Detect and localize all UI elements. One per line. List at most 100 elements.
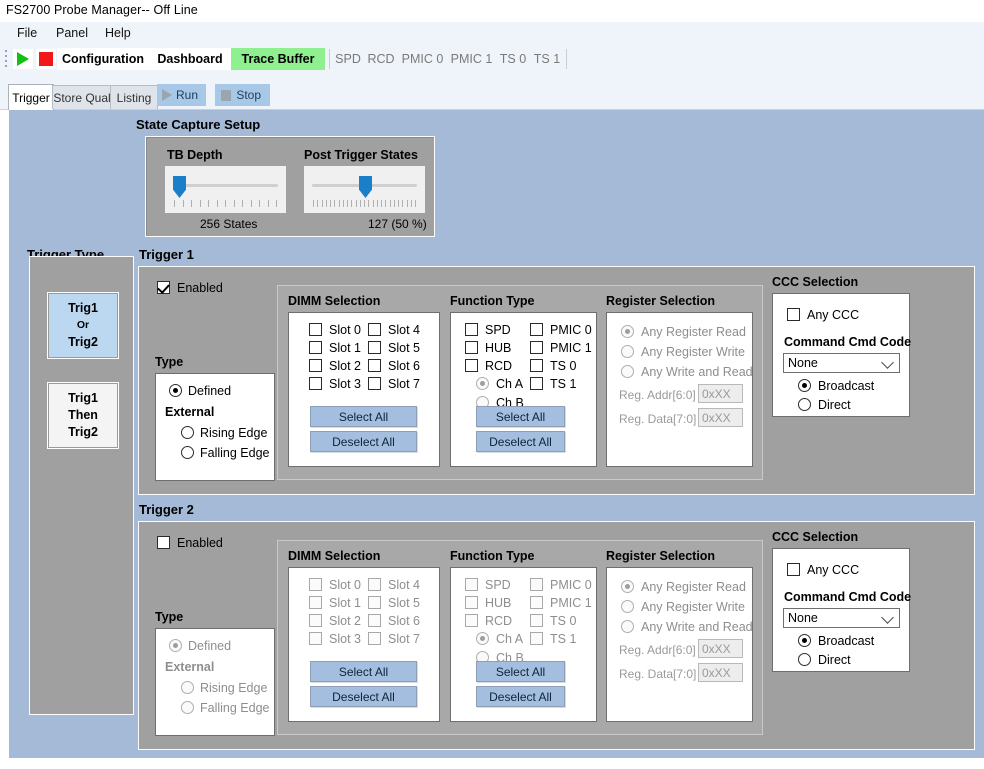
trigger1-slot-1-label: Slot 1 [329, 341, 361, 355]
trigger1-ccc-box: Any CCC Command Cmd Code None Broadcast … [772, 293, 911, 417]
trigger1-slot-4-checkbox[interactable] [368, 323, 381, 336]
toolbar-button-pmic-1[interactable]: PMIC 1 [447, 48, 496, 70]
trigger2-any-write-radio[interactable] [621, 600, 634, 613]
menu-item-help[interactable]: Help [103, 26, 133, 40]
trigger2-any-read-radio[interactable] [621, 580, 634, 593]
tb-depth-thumb[interactable] [173, 176, 186, 198]
trigger1-type-defined-radio[interactable] [169, 384, 182, 397]
trigger2-dimm-deselect-all-button[interactable]: Deselect All [310, 686, 417, 707]
trigger1-reg-addr-input[interactable]: 0xXX [698, 384, 743, 403]
trigger1-dimm-select-all-button[interactable]: Select All [310, 406, 417, 427]
trigger1-slot-2-checkbox[interactable] [309, 359, 322, 372]
trigger1-any-ccc-checkbox[interactable] [787, 308, 800, 321]
toolbar-button-spd[interactable]: SPD [332, 48, 364, 70]
trigger2-pmic-0-checkbox[interactable] [530, 578, 543, 591]
trigger1-slot-7-checkbox[interactable] [368, 377, 381, 390]
trigger1-pmic-0-label: PMIC 0 [550, 323, 592, 337]
trigger1-pmic-0-checkbox[interactable] [530, 323, 543, 336]
trigger1-any-write-radio[interactable] [621, 345, 634, 358]
trigger2-any-read-label: Any Register Read [641, 580, 746, 594]
trigger2-function-deselect-all-button[interactable]: Deselect All [476, 686, 565, 707]
toolbar-grip[interactable] [5, 50, 8, 68]
trigger1-any-write-read-radio[interactable] [621, 365, 634, 378]
trigger1-cmd-code-select[interactable]: None [783, 353, 900, 373]
trigger-type-option-or[interactable]: Trig1 Or Trig2 [47, 292, 119, 359]
trigger2-any-write-read-radio[interactable] [621, 620, 634, 633]
trigger2-rcd-checkbox[interactable] [465, 614, 478, 627]
trigger2-dimm-select-all-button[interactable]: Select All [310, 661, 417, 682]
trigger1-pmic-1-checkbox[interactable] [530, 341, 543, 354]
trigger2-spd-checkbox[interactable] [465, 578, 478, 591]
tab-store-qual[interactable]: Store Qual [52, 85, 112, 109]
trigger2-ch-a-radio[interactable] [476, 632, 489, 645]
post-trigger-slider[interactable] [304, 166, 425, 213]
trigger1-slot-3-checkbox[interactable] [309, 377, 322, 390]
post-trigger-thumb[interactable] [359, 176, 372, 198]
trigger2-reg-addr-input[interactable]: 0xXX [698, 639, 743, 658]
trigger1-dimm-deselect-all-button[interactable]: Deselect All [310, 431, 417, 452]
trigger1-hub-label: HUB [485, 341, 512, 355]
trigger1-spd-checkbox[interactable] [465, 323, 478, 336]
trigger2-function-select-all-button[interactable]: Select All [476, 661, 565, 682]
tb-depth-slider[interactable] [165, 166, 286, 213]
trigger1-hub-checkbox[interactable] [465, 341, 478, 354]
trigger1-any-read-radio[interactable] [621, 325, 634, 338]
trigger1-ts-0-checkbox[interactable] [530, 359, 543, 372]
trigger1-slot-0-checkbox[interactable] [309, 323, 322, 336]
trigger2-slot-1-checkbox[interactable] [309, 596, 322, 609]
trigger2-slot-7-label: Slot 7 [388, 632, 420, 646]
trigger2-slot-7-checkbox[interactable] [368, 632, 381, 645]
trigger2-slot-2-checkbox[interactable] [309, 614, 322, 627]
menu-item-file[interactable]: File [15, 26, 39, 40]
trigger1-enabled-checkbox[interactable] [157, 281, 170, 294]
trigger2-slot-6-checkbox[interactable] [368, 614, 381, 627]
trigger1-slot-5-checkbox[interactable] [368, 341, 381, 354]
trigger2-slot-0-checkbox[interactable] [309, 578, 322, 591]
tab-listing[interactable]: Listing [110, 85, 158, 109]
trigger2-direct-radio[interactable] [798, 653, 811, 666]
trigger2-type-defined-radio[interactable] [169, 639, 182, 652]
trigger1-reg-data-input[interactable]: 0xXX [698, 408, 743, 427]
trigger1-ts-1-checkbox[interactable] [530, 377, 543, 390]
trigger1-slot-1-checkbox[interactable] [309, 341, 322, 354]
trigger2-pmic-1-checkbox[interactable] [530, 596, 543, 609]
trigger1-type-falling-radio[interactable] [181, 446, 194, 459]
stop-icon-button[interactable] [36, 49, 56, 69]
stop-button[interactable]: Stop [215, 84, 270, 106]
toolbar-button-pmic-0[interactable]: PMIC 0 [398, 48, 447, 70]
trigger-type-option-then[interactable]: Trig1 Then Trig2 [47, 382, 119, 449]
trigger2-reg-data-input[interactable]: 0xXX [698, 663, 743, 682]
trigger2-hub-checkbox[interactable] [465, 596, 478, 609]
trigger2-enabled-checkbox[interactable] [157, 536, 170, 549]
toolbar-button-configuration[interactable]: Configuration [57, 48, 149, 70]
trigger2-type-falling-radio[interactable] [181, 701, 194, 714]
trigger1-direct-radio[interactable] [798, 398, 811, 411]
trigger1-slot-6-checkbox[interactable] [368, 359, 381, 372]
trigger2-type-rising-radio[interactable] [181, 681, 194, 694]
toolbar-button-ts-0[interactable]: TS 0 [496, 48, 530, 70]
run-button[interactable]: Run [157, 84, 206, 106]
trigger2-ts-1-checkbox[interactable] [530, 632, 543, 645]
trigger2-dimm-caption: DIMM Selection [288, 549, 381, 563]
play-icon-button[interactable] [13, 49, 33, 69]
trigger2-any-write-label: Any Register Write [641, 600, 745, 614]
toolbar-button-dashboard[interactable]: Dashboard [149, 48, 231, 70]
trigger1-broadcast-radio[interactable] [798, 379, 811, 392]
trigger1-rcd-checkbox[interactable] [465, 359, 478, 372]
trigger1-type-rising-radio[interactable] [181, 426, 194, 439]
toolbar-button-ts-1[interactable]: TS 1 [530, 48, 564, 70]
trigger2-slot-3-checkbox[interactable] [309, 632, 322, 645]
toolbar-button-trace-buffer[interactable]: Trace Buffer [231, 48, 325, 70]
trigger1-ch-a-radio[interactable] [476, 377, 489, 390]
menu-item-panel[interactable]: Panel [54, 26, 90, 40]
trigger2-any-ccc-checkbox[interactable] [787, 563, 800, 576]
trigger2-cmd-code-select[interactable]: None [783, 608, 900, 628]
toolbar-button-rcd[interactable]: RCD [364, 48, 398, 70]
tab-trigger[interactable]: Trigger [8, 84, 54, 110]
trigger2-broadcast-radio[interactable] [798, 634, 811, 647]
trigger2-slot-5-checkbox[interactable] [368, 596, 381, 609]
trigger2-slot-4-checkbox[interactable] [368, 578, 381, 591]
trigger2-ts-0-checkbox[interactable] [530, 614, 543, 627]
trigger1-function-select-all-button[interactable]: Select All [476, 406, 565, 427]
trigger1-function-deselect-all-button[interactable]: Deselect All [476, 431, 565, 452]
